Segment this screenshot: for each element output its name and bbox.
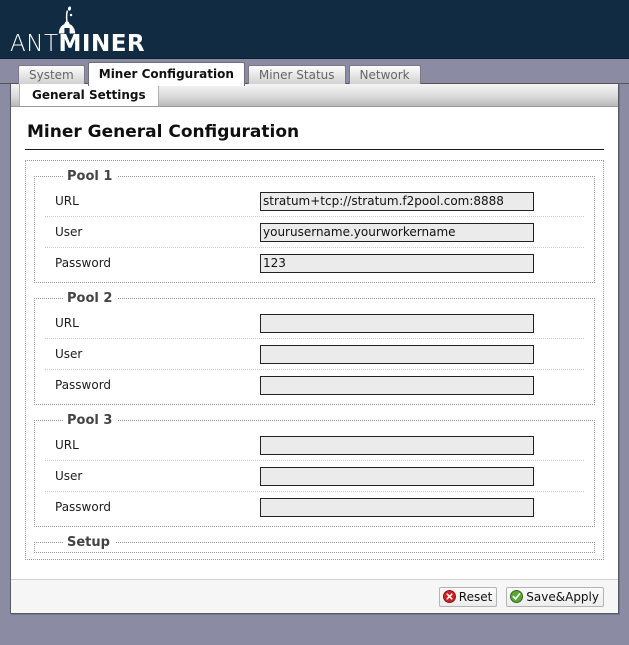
pool-1-url-input[interactable] xyxy=(260,191,534,211)
pool-1-section: Pool 1 URL User Password xyxy=(34,169,595,283)
pool-1-legend: Pool 1 xyxy=(67,169,113,184)
title-divider xyxy=(25,149,604,150)
pool-2-user-input[interactable] xyxy=(260,344,534,364)
main-tabbar: System Miner Configuration Miner Status … xyxy=(0,59,629,86)
pool-1-password-label: Password xyxy=(55,256,112,270)
pool-1-password-field xyxy=(260,253,534,273)
pool-3-password-field xyxy=(260,497,534,517)
pool-2-password-label: Password xyxy=(55,378,112,392)
green-check-circle-icon xyxy=(510,590,524,603)
setup-legend: Setup xyxy=(67,535,110,550)
pool-3-password-row: Password xyxy=(45,492,584,522)
save-apply-button-label: Save&Apply xyxy=(526,589,599,604)
sub-tabbar: General Settings xyxy=(11,84,618,107)
pool-2-url-field xyxy=(260,313,534,333)
config-form: Pool 1 URL User Password xyxy=(25,160,604,560)
pool-3-password-label: Password xyxy=(55,500,112,514)
pool-3-url-input[interactable] xyxy=(260,435,534,455)
pool-3-url-row: URL xyxy=(45,430,584,461)
red-cross-circle-icon xyxy=(442,590,456,603)
content-panel: General Settings Miner General Configura… xyxy=(10,84,619,614)
pool-1-user-field xyxy=(260,222,534,242)
pool-2-password-row: Password xyxy=(45,370,584,400)
pool-1-user-row: User xyxy=(45,217,584,248)
app-header: ANTMINER xyxy=(0,0,629,59)
pool-2-url-row: URL xyxy=(45,308,584,339)
pool-3-url-field xyxy=(260,435,534,455)
logo-text-ant: ANT xyxy=(10,31,59,57)
page-content: Miner General Configuration Pool 1 URL U… xyxy=(11,107,618,560)
setup-section: Setup xyxy=(34,535,595,553)
pool-2-url-label: URL xyxy=(55,316,79,330)
pool-3-legend: Pool 3 xyxy=(67,413,113,428)
pool-2-legend: Pool 2 xyxy=(67,291,113,306)
antminer-logo: ANTMINER xyxy=(8,4,188,57)
pool-1-password-input[interactable] xyxy=(260,253,534,273)
ant-icon xyxy=(58,6,76,34)
pool-3-user-row: User xyxy=(45,461,584,492)
pool-3-password-input[interactable] xyxy=(260,497,534,517)
reset-button[interactable]: Reset xyxy=(438,586,498,607)
tab-miner-configuration[interactable]: Miner Configuration xyxy=(87,62,245,86)
reset-button-label: Reset xyxy=(458,589,493,604)
pool-1-password-row: Password xyxy=(45,248,584,278)
pool-3-user-input[interactable] xyxy=(260,466,534,486)
tab-system[interactable]: System xyxy=(18,65,85,85)
pool-3-url-label: URL xyxy=(55,438,79,452)
pool-3-user-field xyxy=(260,466,534,486)
pool-2-password-input[interactable] xyxy=(260,375,534,395)
logo-text-miner: MINER xyxy=(58,31,146,57)
pool-1-url-label: URL xyxy=(55,194,79,208)
pool-3-user-label: User xyxy=(55,469,83,483)
pool-3-section: Pool 3 URL User Password xyxy=(34,413,595,527)
save-apply-button[interactable]: Save&Apply xyxy=(506,586,604,607)
tab-miner-status[interactable]: Miner Status xyxy=(247,65,346,85)
form-actions: Reset Save&Apply xyxy=(11,579,618,613)
subtab-general-settings[interactable]: General Settings xyxy=(19,84,159,106)
pool-2-user-label: User xyxy=(55,347,83,361)
pool-1-url-row: URL xyxy=(45,186,584,217)
pool-1-url-field xyxy=(260,191,534,211)
logo-wordmark: ANTMINER xyxy=(10,32,145,57)
page-title: Miner General Configuration xyxy=(27,122,300,142)
pool-2-section: Pool 2 URL User Password xyxy=(34,291,595,405)
pool-1-user-input[interactable] xyxy=(260,222,534,242)
pool-2-password-field xyxy=(260,375,534,395)
pool-1-user-label: User xyxy=(55,225,83,239)
pool-2-user-field xyxy=(260,344,534,364)
pool-2-user-row: User xyxy=(45,339,584,370)
tab-network[interactable]: Network xyxy=(348,65,421,85)
pool-2-url-input[interactable] xyxy=(260,313,534,333)
